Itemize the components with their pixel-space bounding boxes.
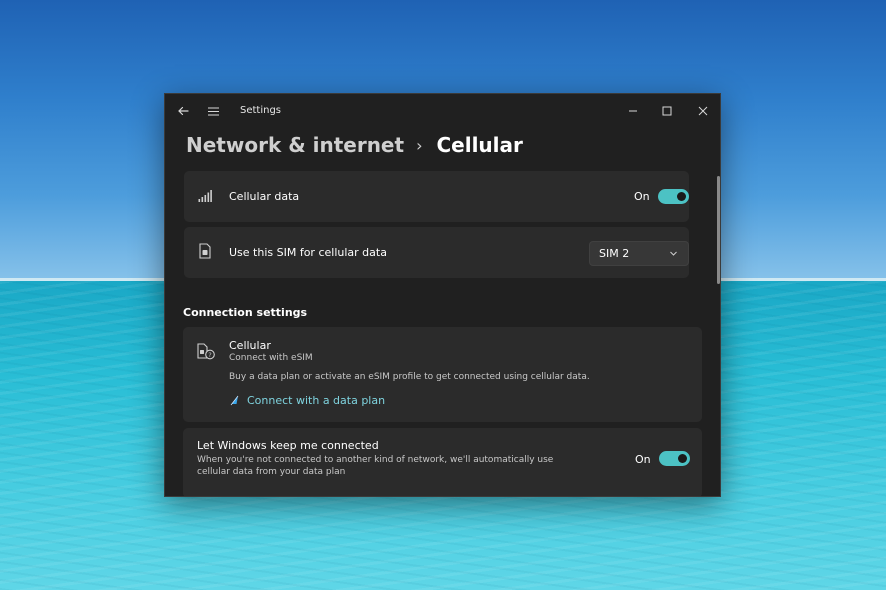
minimize-icon: [629, 110, 637, 112]
connection-settings-heading: Connection settings: [183, 306, 308, 319]
esim-help-icon: ?: [197, 343, 215, 360]
minimize-button[interactable]: [618, 94, 648, 128]
title-bar: Settings: [165, 94, 720, 128]
cellular-esim-title: Cellular: [229, 339, 271, 352]
scrollbar-thumb[interactable]: [717, 176, 720, 284]
cellular-data-card: Cellular data On: [184, 171, 689, 222]
close-button[interactable]: [686, 94, 720, 128]
sim-select-label: Use this SIM for cellular data: [229, 246, 387, 259]
chevron-down-icon: [670, 251, 677, 256]
sim-card-icon: [199, 243, 211, 259]
toggle-knob: [677, 192, 686, 201]
breadcrumb-parent-link[interactable]: Network & internet: [186, 133, 404, 157]
keep-connected-description-line1: When you're not connected to another kin…: [197, 455, 554, 465]
cellular-data-state: On: [634, 190, 650, 203]
app-title: Settings: [240, 105, 282, 116]
page-title: Cellular: [436, 133, 523, 157]
svg-text:?: ?: [208, 351, 211, 359]
keep-connected-title: Let Windows keep me connected: [197, 439, 379, 452]
cellular-esim-subtitle: Connect with eSIM: [229, 353, 313, 363]
back-arrow-icon: [178, 106, 189, 116]
cellular-esim-description: Buy a data plan or activate an eSIM prof…: [229, 372, 590, 382]
cellular-data-toggle[interactable]: [658, 189, 689, 204]
sim-select-dropdown[interactable]: SIM 2: [589, 241, 689, 266]
launch-icon: [230, 395, 239, 406]
keep-connected-description-line2: cellular data from your data plan: [197, 467, 346, 477]
cellular-data-label: Cellular data: [229, 190, 300, 203]
navigation-menu-button[interactable]: [201, 94, 225, 128]
hamburger-menu-icon: [207, 106, 219, 116]
toggle-knob: [678, 454, 687, 463]
close-icon: [698, 106, 708, 116]
breadcrumb: Network & internet › Cellular: [186, 130, 523, 160]
maximize-icon: [662, 106, 672, 116]
breadcrumb-separator: ›: [416, 135, 423, 155]
connect-data-plan-label: Connect with a data plan: [247, 394, 386, 407]
cellular-esim-card: ? Cellular Connect with eSIM Buy a data …: [183, 327, 702, 422]
settings-window: Settings Network & internet › Cellular C…: [164, 93, 721, 497]
back-button[interactable]: [171, 94, 195, 128]
maximize-button[interactable]: [652, 94, 682, 128]
keep-connected-state: On: [635, 453, 651, 466]
sim-select-value: SIM 2: [599, 247, 630, 260]
signal-bars-icon: [198, 190, 212, 202]
keep-connected-card: Let Windows keep me connected When you'r…: [183, 428, 702, 496]
keep-connected-toggle[interactable]: [659, 451, 690, 466]
connect-data-plan-link[interactable]: Connect with a data plan: [230, 394, 385, 407]
